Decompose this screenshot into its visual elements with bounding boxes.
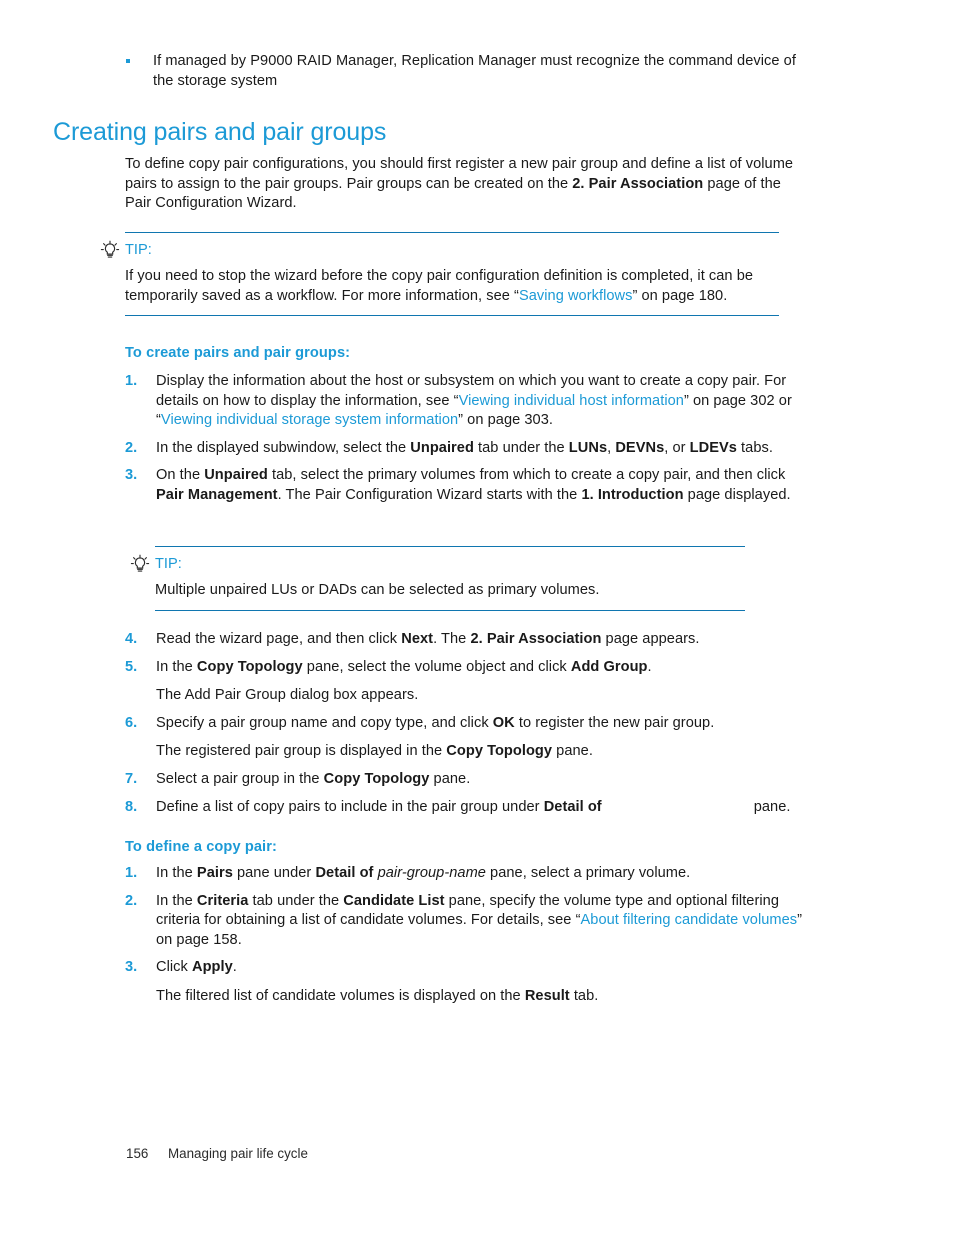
- tip-body-text: If you need to stop the wizard before th…: [125, 268, 754, 304]
- lightbulb-icon: [99, 240, 121, 260]
- step-subtext: The filtered list of candidate volumes i…: [156, 987, 599, 1004]
- step-number: 8.: [125, 798, 138, 815]
- tip-bottom-rule: [125, 315, 779, 317]
- procedure-heading-define-copy-pair: To define a copy pair:: [125, 839, 277, 855]
- step-number: 1.: [125, 373, 138, 389]
- step-text: Select a pair group in the Copy Topology…: [156, 770, 471, 787]
- step-text: In the Pairs pane under Detail of pair-g…: [156, 865, 691, 881]
- lightbulb-icon: [129, 554, 151, 574]
- list-item: 1. Display the information about the hos…: [125, 372, 803, 431]
- tip-header: TIP:: [129, 554, 745, 574]
- list-item: 3. Click Apply. The filtered list of can…: [125, 958, 808, 1006]
- procedure-heading-create-pairs: To create pairs and pair groups:: [125, 345, 351, 361]
- step-number: 4.: [125, 631, 138, 647]
- list-item: 2. In the Criteria tab under the Candida…: [125, 892, 808, 951]
- step-text: In the Criteria tab under the Candidate …: [156, 892, 803, 948]
- step-number: 2.: [125, 892, 138, 909]
- step-text: In the displayed subwindow, select the U…: [156, 439, 773, 456]
- step-text: Specify a pair group name and copy type,…: [156, 714, 715, 731]
- step-number: 5.: [125, 658, 138, 675]
- footer-chapter-title: Managing pair life cycle: [168, 1146, 308, 1161]
- step-number: 6.: [125, 714, 138, 731]
- footer-page-number: 156: [126, 1146, 149, 1161]
- tip-body-text: Multiple unpaired LUs or DADs can be sel…: [155, 582, 600, 598]
- step-number: 3.: [125, 959, 138, 976]
- step-subtext: The Add Pair Group dialog box appears.: [156, 687, 419, 704]
- tip-bottom-rule: [155, 609, 745, 611]
- list-item: 6. Specify a pair group name and copy ty…: [125, 714, 808, 762]
- intro-paragraph: To define copy pair configurations, you …: [125, 156, 794, 212]
- step-text: Display the information about the host o…: [156, 373, 792, 429]
- step-text: On the Unpaired tab, select the primary …: [156, 467, 791, 503]
- step-number: 3.: [125, 467, 138, 484]
- list-item: 3. On the Unpaired tab, select the prima…: [125, 466, 803, 505]
- step-subtext: The registered pair group is displayed i…: [156, 743, 593, 760]
- intro-bullet-list: If managed by P9000 RAID Manager, Replic…: [126, 52, 802, 91]
- bullet-text: If managed by P9000 RAID Manager, Replic…: [153, 53, 796, 89]
- tip-callout-1: TIP: If you need to stop the wizard befo…: [100, 232, 779, 317]
- step-text: Read the wizard page, and then click Nex…: [156, 631, 700, 647]
- step-text: In the Copy Topology pane, select the vo…: [156, 658, 652, 675]
- list-item: 8. Define a list of copy pairs to includ…: [125, 798, 808, 818]
- document-page: If managed by P9000 RAID Manager, Replic…: [0, 0, 954, 1235]
- procedure-steps-3: 1. In the Pairs pane under Detail of pai…: [125, 864, 808, 1015]
- step-number: 1.: [125, 865, 138, 881]
- procedure-steps-2: 4. Read the wizard page, and then click …: [125, 630, 808, 825]
- page-footer: 156 Managing pair life cycle: [126, 1145, 308, 1162]
- step-number: 2.: [125, 439, 138, 456]
- list-item: 1. In the Pairs pane under Detail of pai…: [125, 864, 808, 884]
- list-item: If managed by P9000 RAID Manager, Replic…: [126, 52, 802, 91]
- page-title: Creating pairs and pair groups: [53, 118, 387, 146]
- tip-label: TIP:: [155, 556, 182, 572]
- list-item: 2. In the displayed subwindow, select th…: [125, 439, 803, 459]
- tip-top-rule: [155, 546, 745, 547]
- tip-callout-2: TIP: Multiple unpaired LUs or DADs can b…: [130, 546, 745, 611]
- tip-label: TIP:: [125, 242, 152, 258]
- step-number: 7.: [125, 770, 138, 787]
- list-item: 5. In the Copy Topology pane, select the…: [125, 658, 808, 706]
- tip-header: TIP:: [99, 240, 779, 260]
- list-item: 4. Read the wizard page, and then click …: [125, 630, 808, 650]
- list-item: 7. Select a pair group in the Copy Topol…: [125, 770, 808, 790]
- tip-top-rule: [125, 232, 779, 233]
- step-text: Click Apply.: [156, 959, 237, 976]
- step-text: Define a list of copy pairs to include i…: [156, 798, 791, 815]
- procedure-steps-1: 1. Display the information about the hos…: [125, 372, 803, 514]
- bullet-marker-icon: [126, 52, 153, 63]
